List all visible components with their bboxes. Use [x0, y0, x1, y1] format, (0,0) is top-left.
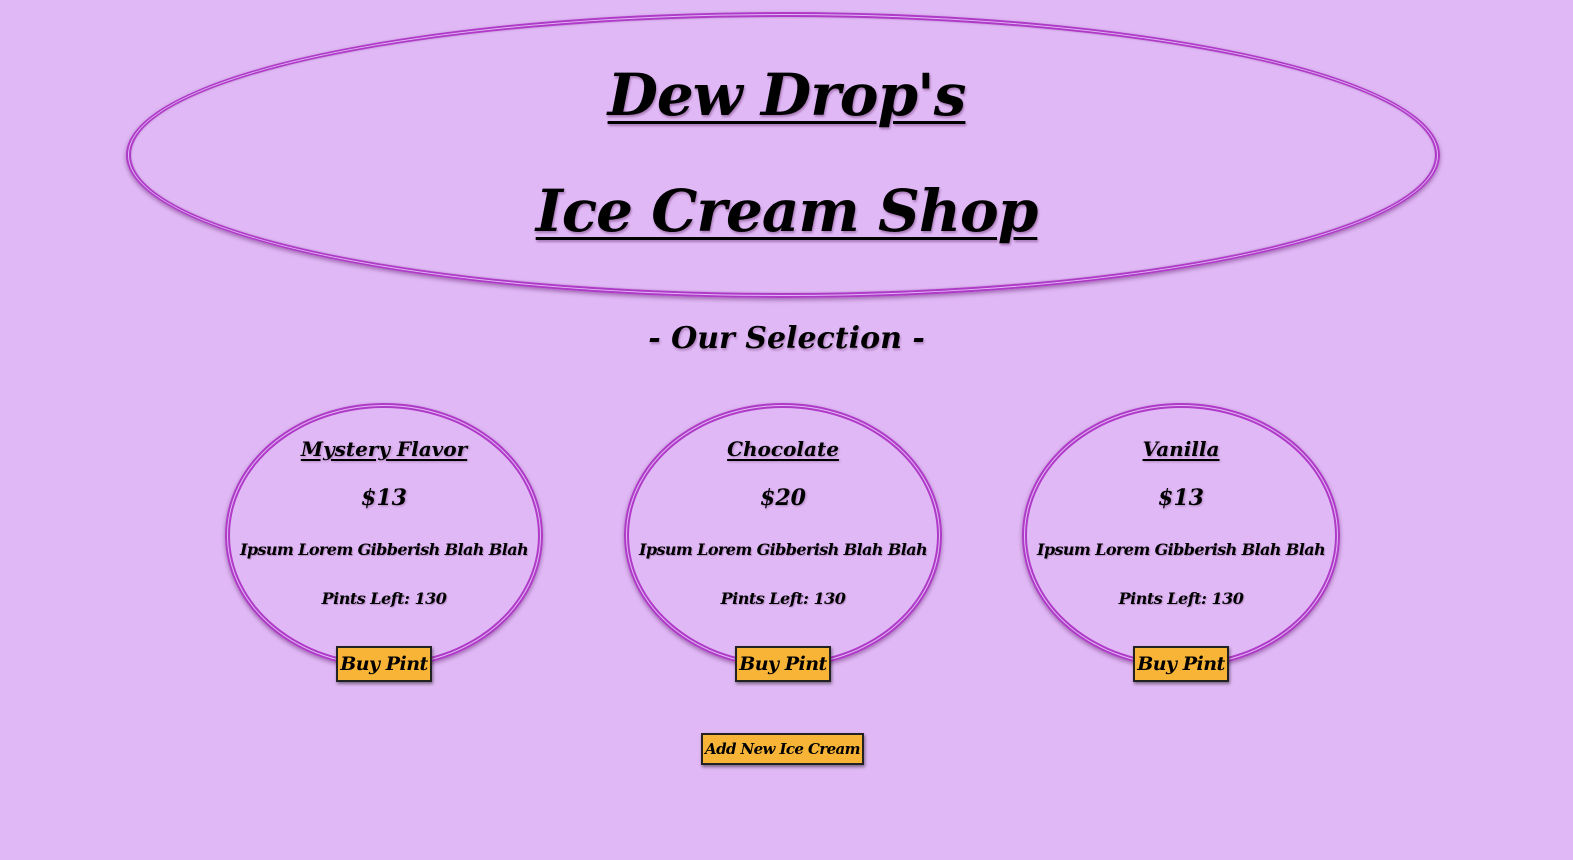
flavor-price: $20 — [760, 485, 806, 511]
flavor-name: Vanilla — [1142, 437, 1220, 461]
selection-heading: - Our Selection - — [648, 321, 925, 356]
header-banner — [126, 12, 1440, 298]
flavor-description: Ipsum Lorem Gibberish Blah Blah — [638, 540, 928, 559]
flavor-name: Mystery Flavor — [300, 437, 468, 461]
pints-left: Pints Left: 130 — [1118, 589, 1244, 608]
flavor-description: Ipsum Lorem Gibberish Blah Blah — [1036, 540, 1326, 559]
shop-title-line-1: Dew Drop's — [607, 61, 967, 129]
flavor-price: $13 — [361, 485, 407, 511]
flavor-card-vanilla: Vanilla $13 Ipsum Lorem Gibberish Blah B… — [1022, 403, 1340, 682]
flavor-card-chocolate: Chocolate $20 Ipsum Lorem Gibberish Blah… — [624, 403, 942, 682]
pints-left: Pints Left: 130 — [321, 589, 447, 608]
shop-title-line-2: Ice Cream Shop — [535, 177, 1039, 245]
buy-pint-button[interactable]: Buy Pint — [1133, 646, 1229, 682]
buy-pint-button[interactable]: Buy Pint — [336, 646, 432, 682]
flavor-card-mystery: Mystery Flavor $13 Ipsum Lorem Gibberish… — [225, 403, 543, 682]
pints-left: Pints Left: 130 — [720, 589, 846, 608]
flavor-price: $13 — [1158, 485, 1204, 511]
flavor-description: Ipsum Lorem Gibberish Blah Blah — [239, 540, 529, 559]
buy-pint-button[interactable]: Buy Pint — [735, 646, 831, 682]
add-new-ice-cream-button[interactable]: Add New Ice Cream — [701, 733, 864, 765]
flavor-name: Chocolate — [727, 437, 839, 461]
